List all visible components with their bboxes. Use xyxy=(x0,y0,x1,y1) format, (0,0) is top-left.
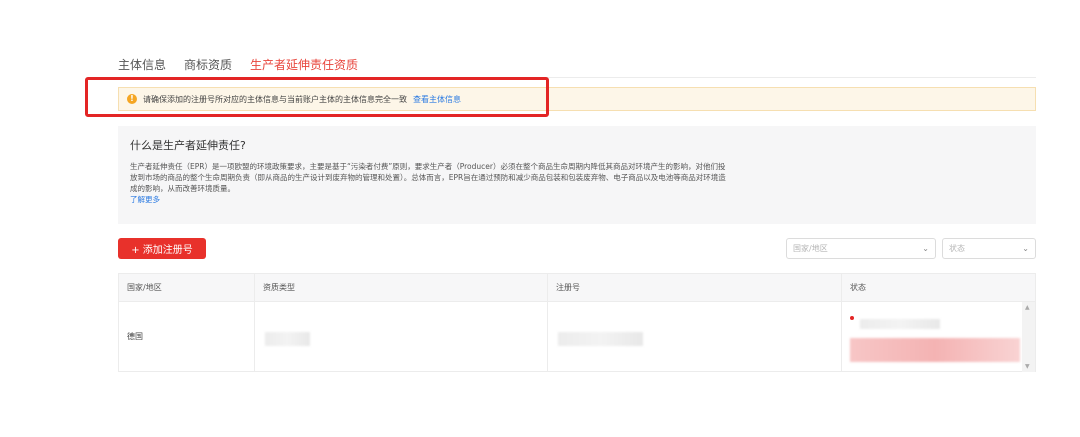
redacted-block xyxy=(265,332,310,346)
status-select[interactable]: 状态 ⌄ xyxy=(942,238,1036,259)
cell-country: 德国 xyxy=(119,302,255,371)
country-select[interactable]: 国家/地区 ⌄ xyxy=(786,238,936,259)
tab-trademark[interactable]: 商标资质 xyxy=(184,54,232,76)
redacted-block xyxy=(558,332,643,346)
chevron-down-icon: ⌄ xyxy=(1022,244,1029,253)
cell-type xyxy=(255,302,548,371)
scroll-up-icon[interactable]: ▲ xyxy=(1025,304,1030,311)
redacted-block xyxy=(860,319,940,329)
registration-table: 国家/地区 资质类型 注册号 状态 德国 ▲ ▼ xyxy=(118,273,1036,372)
chevron-down-icon: ⌄ xyxy=(922,244,929,253)
info-body: 生产者延伸责任（EPR）是一项欧盟的环境政策要求，主要是基于“污染者付费”原则，… xyxy=(130,162,726,193)
country-select-placeholder: 国家/地区 xyxy=(793,244,828,253)
info-title: 什么是生产者延伸责任? xyxy=(130,139,246,152)
add-registration-button[interactable]: + 添加注册号 xyxy=(118,238,206,259)
header-country: 国家/地区 xyxy=(119,274,255,301)
tab-bar: 主体信息 商标资质 生产者延伸责任资质 xyxy=(118,54,358,76)
tab-entity-info[interactable]: 主体信息 xyxy=(118,54,166,76)
cell-status xyxy=(842,302,1035,371)
header-type: 资质类型 xyxy=(255,274,548,301)
status-dot xyxy=(850,316,854,320)
cell-reg-no xyxy=(548,302,842,371)
status-select-placeholder: 状态 xyxy=(949,244,965,253)
table-header: 国家/地区 资质类型 注册号 状态 xyxy=(119,274,1035,302)
scroll-down-icon[interactable]: ▼ xyxy=(1025,363,1030,370)
table-row: 德国 xyxy=(119,302,1035,371)
header-status: 状态 xyxy=(850,283,866,292)
tab-epr[interactable]: 生产者延伸责任资质 xyxy=(250,54,358,76)
header-reg-no: 注册号 xyxy=(548,274,842,301)
learn-more-link[interactable]: 了解更多 xyxy=(130,194,1024,205)
highlight-annotation xyxy=(85,77,549,117)
epr-info-panel: 什么是生产者延伸责任? 生产者延伸责任（EPR）是一项欧盟的环境政策要求，主要是… xyxy=(118,126,1036,224)
redacted-block xyxy=(850,338,1020,362)
table-scrollbar[interactable]: ▲ ▼ xyxy=(1022,302,1035,372)
